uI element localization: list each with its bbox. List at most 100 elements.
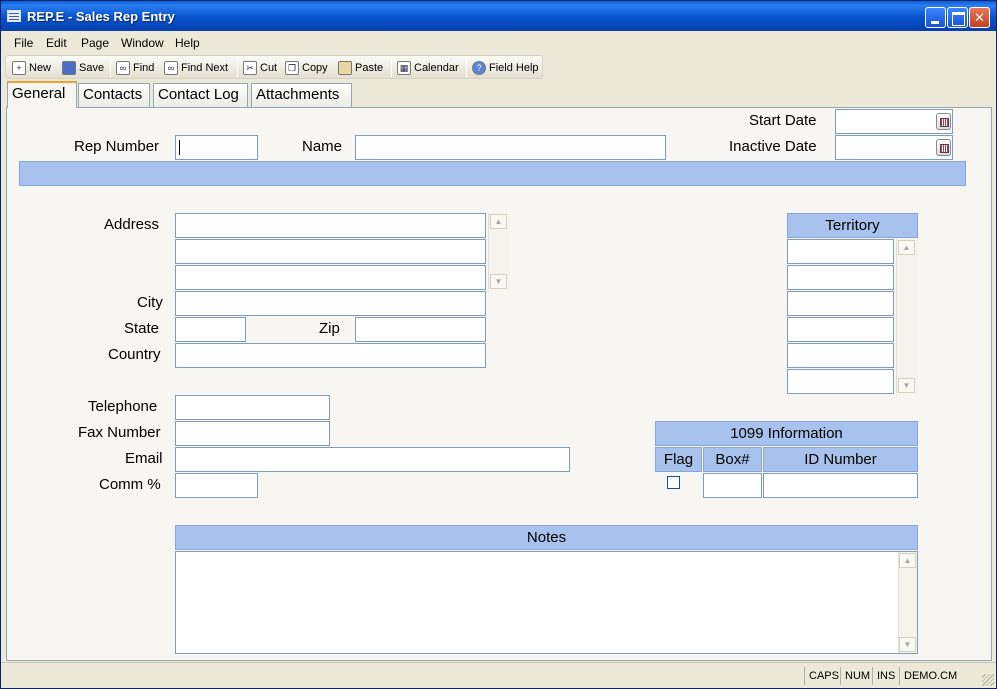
tab-contacts[interactable]: Contacts [78,83,150,107]
territory-row[interactable] [787,369,894,394]
cut-button-label: Cut [260,62,278,74]
territory-row[interactable] [787,317,894,342]
address-line-1[interactable] [175,213,486,238]
flag-checkbox[interactable] [667,476,680,489]
country-field[interactable] [175,343,486,368]
title-bar[interactable]: REP.E - Sales Rep Entry ✕ [1,1,996,31]
save-button[interactable]: Save [62,60,104,76]
find-button[interactable]: ∞ Find [116,60,154,76]
maximize-button[interactable] [947,7,968,28]
toolbar: + New Save ∞ Find ∞ Find Next ✂ Cut ❐ Co… [5,55,543,79]
id-number-column-header: ID Number [763,447,918,472]
scroll-down-icon[interactable]: ▼ [899,637,916,652]
toolbar-separator [466,59,467,77]
telephone-label: Telephone [88,398,158,415]
new-button[interactable]: + New [12,60,51,76]
country-label: Country [108,346,161,363]
database-indicator: DEMO.CM [899,667,969,685]
state-field[interactable] [175,317,246,342]
close-button[interactable]: ✕ [969,7,990,28]
inactive-date-field[interactable] [835,135,953,160]
email-field[interactable] [175,447,570,472]
zip-field[interactable] [355,317,486,342]
state-label: State [124,320,160,337]
cut-button[interactable]: ✂ Cut [243,60,277,76]
menu-bar: File Edit Page Window Help [1,32,996,54]
address-label: Address [104,216,160,233]
menu-window[interactable]: Window [121,36,164,50]
field-help-button-label: Field Help [489,62,539,74]
scroll-up-icon[interactable]: ▲ [898,240,915,255]
start-date-field[interactable] [835,109,953,134]
copy-button[interactable]: ❐ Copy [285,60,328,76]
tab-attachments[interactable]: Attachments [251,83,352,107]
paste-button-label: Paste [355,62,384,74]
name-banner [19,161,966,186]
toolbar-separator [110,59,111,77]
app-window: REP.E - Sales Rep Entry ✕ File Edit Page… [0,0,997,689]
id-number-field[interactable] [763,473,918,498]
new-button-label: New [29,62,52,74]
inactive-date-label: Inactive Date [729,138,817,155]
resize-grip-icon[interactable] [982,674,994,686]
territory-row[interactable] [787,343,894,368]
calendar-button[interactable]: ▦ Calendar [397,60,459,76]
rep-number-label: Rep Number [74,138,160,155]
status-bar: CAPS NUM INS DEMO.CM [1,662,996,688]
flag-column-header: Flag [655,447,702,472]
calendar-icon: ▦ [397,61,411,75]
calendar-picker-icon[interactable] [936,113,951,130]
zip-label: Zip [319,320,340,337]
copy-button-label: Copy [302,62,328,74]
notes-textarea[interactable] [175,551,918,654]
save-icon [62,61,76,75]
notes-scrollbar[interactable]: ▲ ▼ [898,552,917,653]
start-date-label: Start Date [749,112,817,129]
calendar-picker-icon[interactable] [936,139,951,156]
scroll-up-icon[interactable]: ▲ [899,553,916,568]
menu-edit[interactable]: Edit [46,36,67,50]
scroll-down-icon[interactable]: ▼ [490,274,507,289]
field-help-button[interactable]: ? Field Help [472,60,539,76]
calendar-button-label: Calendar [414,62,459,74]
territory-row[interactable] [787,291,894,316]
find-next-button[interactable]: ∞ Find Next [164,60,228,76]
fax-number-label: Fax Number [78,424,161,441]
info-1099-header: 1099 Information [655,421,918,446]
scroll-up-icon[interactable]: ▲ [490,214,507,229]
rep-number-field[interactable] [175,135,258,160]
find-next-button-label: Find Next [181,62,229,74]
menu-page[interactable]: Page [81,36,109,50]
email-label: Email [125,450,163,467]
tab-contact-log[interactable]: Contact Log [153,83,248,107]
territory-row[interactable] [787,239,894,264]
save-button-label: Save [79,62,105,74]
minimize-button[interactable] [925,7,946,28]
box-column-header: Box# [703,447,762,472]
menu-help[interactable]: Help [175,36,200,50]
ins-indicator: INS [872,667,898,685]
name-field[interactable] [355,135,666,160]
city-label: City [137,294,163,311]
help-icon: ? [472,61,486,75]
app-icon [7,10,21,22]
territory-scrollbar[interactable]: ▲ ▼ [896,239,918,394]
paste-button[interactable]: Paste [338,60,383,76]
territory-row[interactable] [787,265,894,290]
notes-header: Notes [175,525,918,550]
menu-file[interactable]: File [14,36,33,50]
box-number-field[interactable] [703,473,762,498]
fax-number-field[interactable] [175,421,330,446]
binoculars-icon: ∞ [116,61,130,75]
name-label: Name [302,138,343,155]
comm-percent-field[interactable] [175,473,258,498]
address-line-3[interactable] [175,265,486,290]
num-indicator: NUM [840,667,870,685]
address-scrollbar[interactable]: ▲ ▼ [488,213,510,290]
telephone-field[interactable] [175,395,330,420]
new-document-icon: + [12,61,26,75]
city-field[interactable] [175,291,486,316]
scroll-down-icon[interactable]: ▼ [898,378,915,393]
address-line-2[interactable] [175,239,486,264]
tab-general[interactable]: General [7,81,77,108]
